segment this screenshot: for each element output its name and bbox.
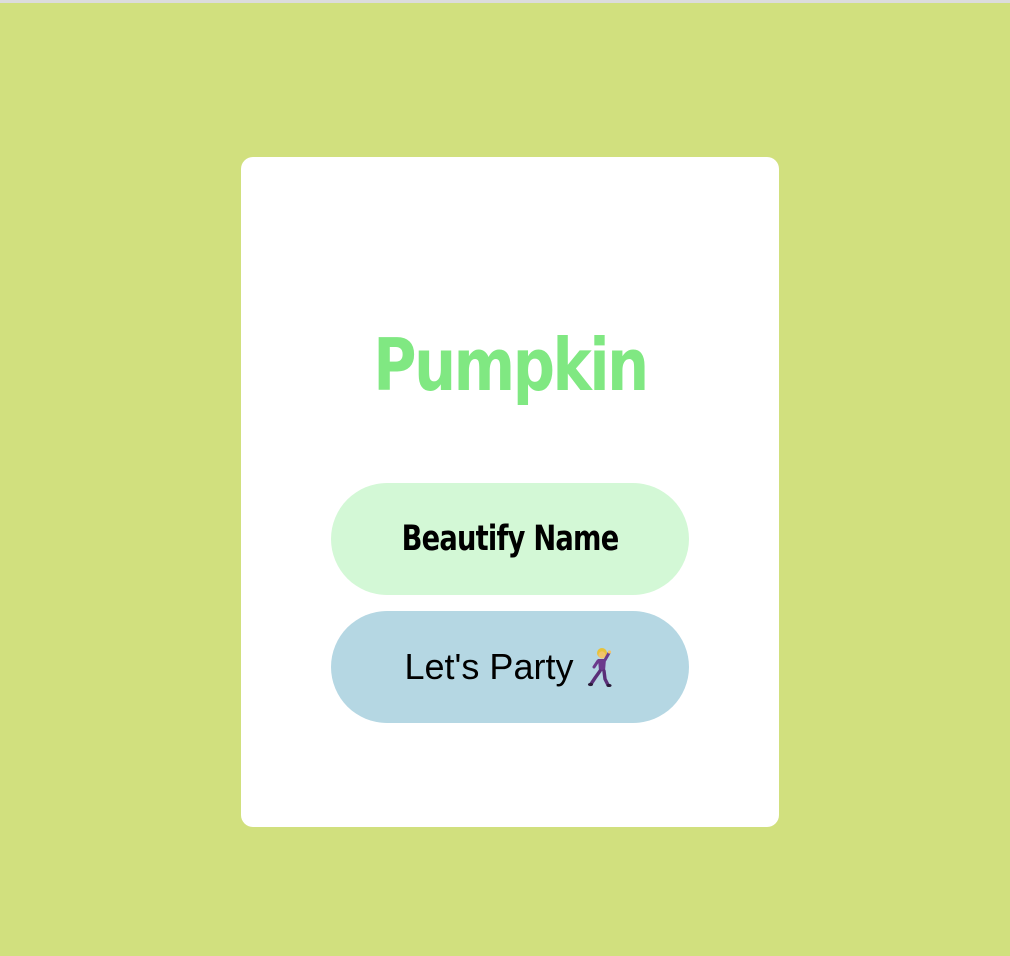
lets-party-button[interactable]: Let's Party — [331, 611, 689, 723]
beautify-name-label: Beautify Name — [401, 519, 620, 559]
man-dancing-icon — [585, 647, 615, 688]
beautify-name-button[interactable]: Beautify Name — [331, 483, 689, 595]
browser-top-edge — [0, 0, 1010, 3]
page-title: Pumpkin — [373, 323, 649, 407]
name-card: Pumpkin Beautify Name Let's Party — [241, 157, 779, 827]
lets-party-label: Let's Party — [404, 646, 574, 687]
